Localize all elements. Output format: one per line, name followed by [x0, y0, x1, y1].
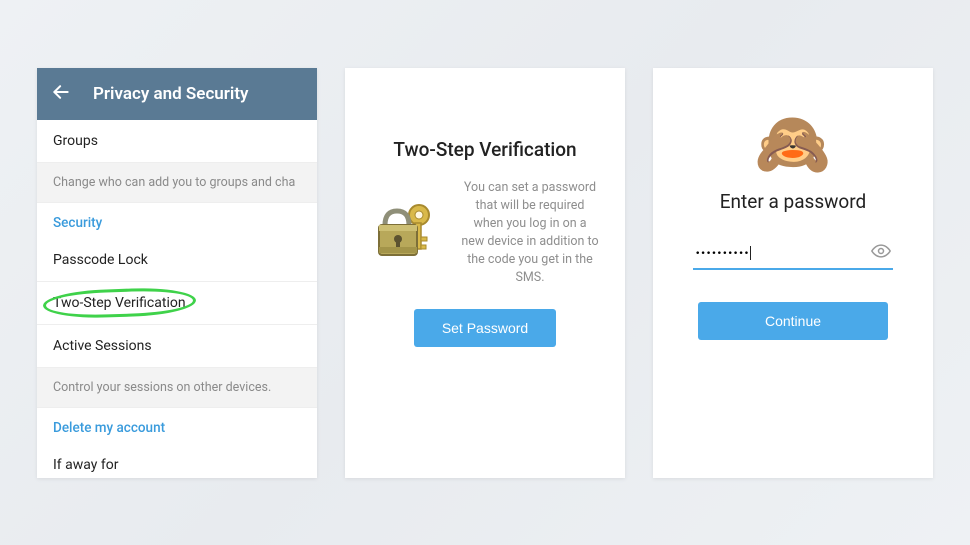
active-sessions-row[interactable]: Active Sessions — [37, 325, 317, 368]
monkey-see-no-evil-icon: 🙈 — [754, 114, 831, 176]
security-section-label: Security — [37, 203, 317, 239]
padlock-key-icon — [371, 195, 443, 271]
lock-desc-row: You can set a password that will be requ… — [371, 179, 599, 288]
enter-password-title: Enter a password — [720, 190, 867, 213]
enter-password-panel: 🙈 Enter a password •••••••••• Continue — [653, 68, 933, 478]
text-caret — [750, 246, 751, 260]
show-password-icon[interactable] — [871, 241, 891, 265]
two-step-title: Two-Step Verification — [393, 138, 576, 161]
groups-hint: Change who can add you to groups and cha — [37, 163, 317, 203]
sessions-hint: Control your sessions on other devices. — [37, 368, 317, 408]
privacy-security-panel: Privacy and Security Groups Change who c… — [37, 68, 317, 478]
if-away-row[interactable]: If away for — [37, 444, 317, 478]
two-step-row[interactable]: Two-Step Verification — [37, 282, 317, 325]
two-step-desc: You can set a password that will be requ… — [461, 179, 599, 288]
header-bar: Privacy and Security — [37, 68, 317, 120]
continue-button[interactable]: Continue — [698, 302, 888, 340]
password-input-wrap[interactable]: •••••••••• — [693, 237, 893, 270]
passcode-lock-row[interactable]: Passcode Lock — [37, 239, 317, 282]
groups-row[interactable]: Groups — [37, 120, 317, 163]
two-step-label: Two-Step Verification — [53, 295, 186, 311]
set-password-button[interactable]: Set Password — [414, 309, 556, 347]
delete-section-label: Delete my account — [37, 408, 317, 444]
back-icon[interactable] — [51, 82, 71, 106]
two-step-info-panel: Two-Step Verification You can set a pass… — [345, 68, 625, 478]
password-mask: •••••••••• — [695, 249, 749, 259]
header-title: Privacy and Security — [93, 84, 248, 104]
